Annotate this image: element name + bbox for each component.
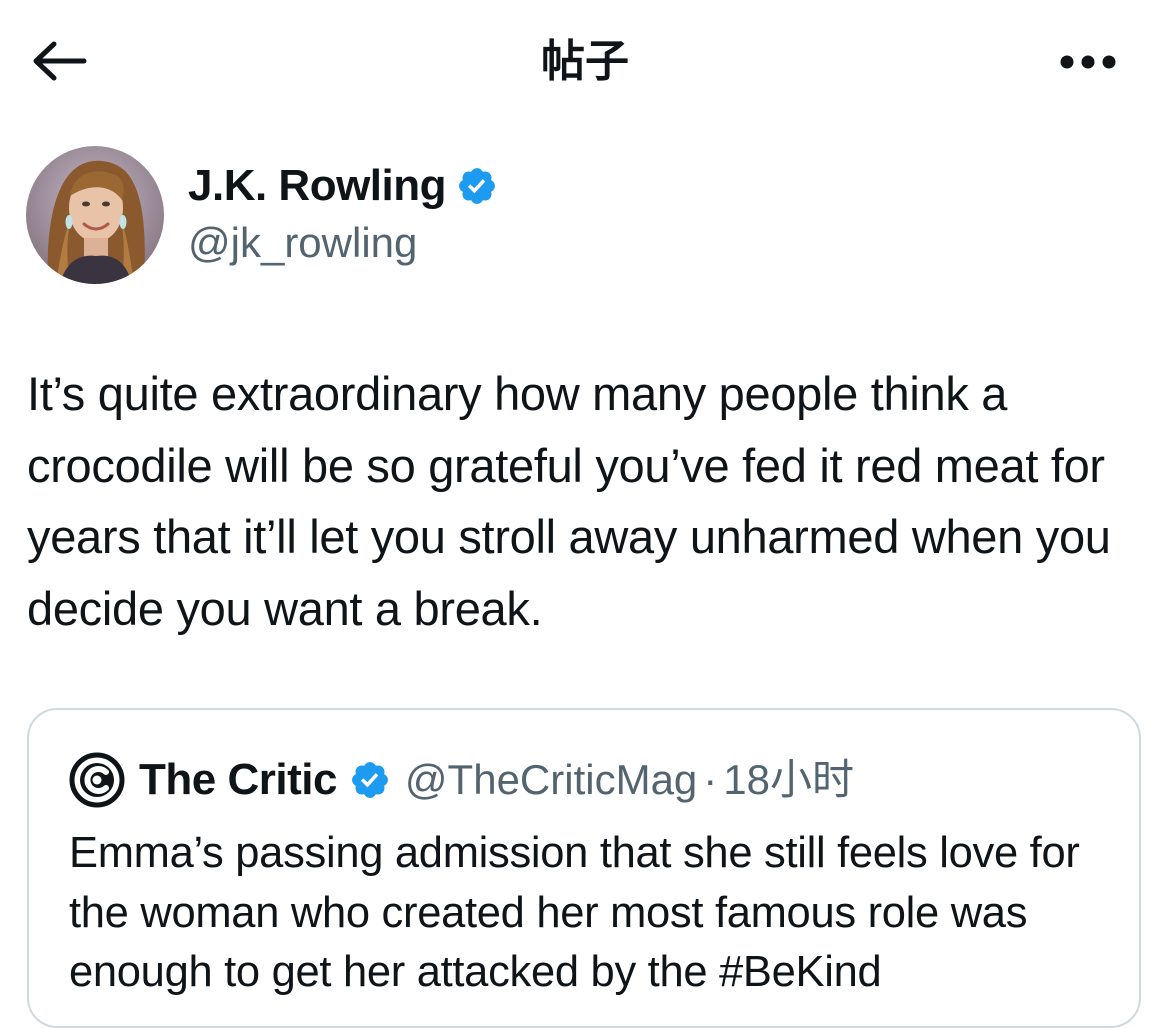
quoted-tweet-header: The Critic @TheCriticMag · 18小时 bbox=[69, 752, 854, 808]
author-avatar-image bbox=[26, 146, 164, 284]
author-handle[interactable]: @jk_rowling bbox=[188, 218, 417, 268]
back-button[interactable] bbox=[30, 38, 88, 84]
verified-badge-icon bbox=[459, 168, 495, 204]
quoted-tweet-card[interactable]: The Critic @TheCriticMag · 18小时 Emma’s p… bbox=[27, 708, 1141, 1028]
quoted-author-handle: @TheCriticMag bbox=[404, 756, 698, 803]
tweet-text: It’s quite extraordinary how many people… bbox=[27, 367, 1111, 635]
tweet-author: J.K. Rowling @jk_rowling bbox=[26, 146, 726, 286]
top-bar: 帖子 bbox=[0, 0, 1170, 125]
avatar[interactable] bbox=[26, 146, 164, 284]
more-options-button[interactable] bbox=[1055, 45, 1121, 79]
quoted-author-name: The Critic bbox=[139, 755, 337, 804]
the-critic-logo-icon bbox=[69, 752, 125, 808]
author-name-row: J.K. Rowling bbox=[188, 160, 498, 212]
page-title: 帖子 bbox=[541, 36, 629, 87]
verified-badge-icon bbox=[351, 762, 388, 798]
separator-dot: · bbox=[703, 756, 718, 803]
more-horizontal-icon bbox=[1060, 55, 1116, 69]
quoted-tweet-time: 18小时 bbox=[723, 756, 854, 803]
arrow-left-icon bbox=[33, 41, 87, 81]
quoted-tweet-text: Emma’s passing admission that she still … bbox=[69, 829, 1080, 996]
author-name[interactable]: J.K. Rowling bbox=[188, 160, 447, 212]
